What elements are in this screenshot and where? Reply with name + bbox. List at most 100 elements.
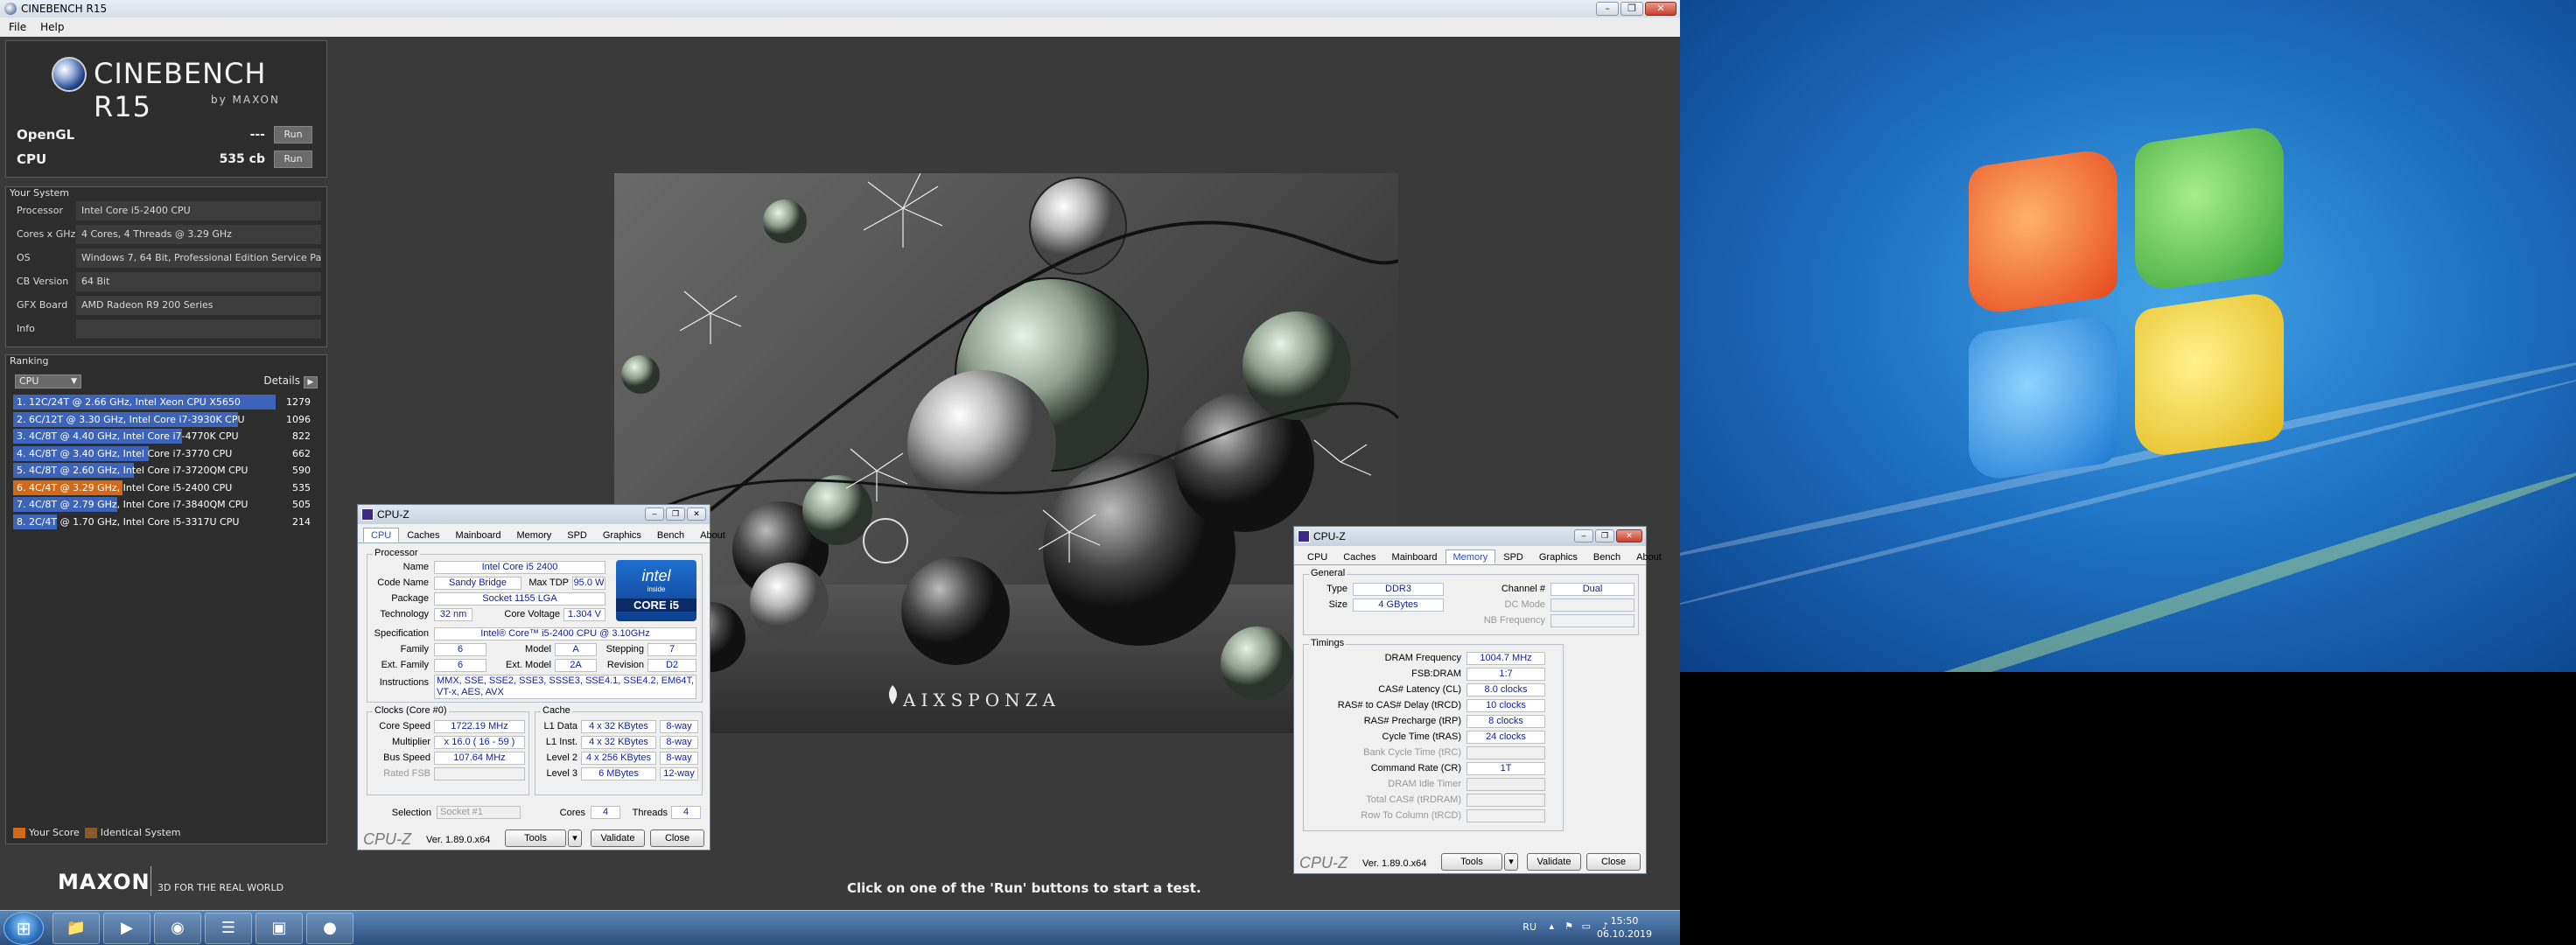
ranking-legend: Your Score Identical System [13, 827, 181, 838]
ranking-item[interactable]: 7. 4C/8T @ 2.79 GHz, Intel Core i7-3840Q… [13, 496, 319, 514]
ranking-item[interactable]: 6. 4C/4T @ 3.29 GHz, Intel Core i5-2400 … [13, 480, 319, 497]
system-label: Cores x GHz [17, 228, 76, 240]
minimize-button[interactable]: – [1574, 529, 1593, 542]
timing-label: Total CAS# (tRDRAM) [1366, 794, 1461, 805]
maximize-button[interactable]: ❐ [1620, 2, 1643, 16]
close-button[interactable]: Close [650, 830, 704, 847]
system-row-os: OS Windows 7, 64 Bit, Professional Editi… [11, 248, 321, 270]
ranking-item-score: 590 [292, 465, 311, 476]
field-label: Code Name [377, 578, 429, 588]
your-system-panel: Your System Processor Intel Core i5-2400… [5, 186, 327, 347]
menu-file[interactable]: File [9, 18, 26, 37]
timings-group: Timings DRAM Frequency 1004.7 MHz FSB:DRAM… [1303, 638, 1564, 831]
ranking-item[interactable]: 5. 4C/8T @ 2.60 GHz, Intel Core i7-3720Q… [13, 462, 319, 480]
package-value: Socket 1155 LGA [434, 592, 606, 606]
system-value: Windows 7, 64 Bit, Professional Edition … [76, 248, 321, 268]
channel-value: Dual [1550, 583, 1634, 596]
ranking-item-score: 214 [292, 515, 311, 528]
tab-mainboard[interactable]: Mainboard [448, 528, 509, 542]
cinebench-logo-sphere [52, 57, 87, 92]
ranking-type-dropdown[interactable]: CPU ▼ [15, 374, 81, 388]
notes-taskbar-icon[interactable]: ☰ [205, 913, 252, 944]
tab-cpu[interactable]: CPU [363, 528, 400, 542]
tab-caches[interactable]: Caches [1335, 550, 1383, 564]
tab-spd[interactable]: SPD [1495, 550, 1531, 564]
explorer-taskbar-icon[interactable]: 📁 [52, 913, 100, 944]
field-label: Ext. Family [381, 660, 429, 670]
tab-cpu[interactable]: CPU [1299, 550, 1335, 564]
tools-button[interactable]: Tools [1441, 853, 1502, 871]
socket-select[interactable]: Socket #1 [437, 806, 521, 819]
tab-memory[interactable]: Memory [509, 528, 560, 542]
ranking-item[interactable]: 1. 12C/24T @ 2.66 GHz, Intel Xeon CPU X5… [13, 394, 319, 411]
minimize-button[interactable]: – [1596, 2, 1619, 16]
cpuz-cpu-titlebar[interactable]: CPU-Z – ❐ ✕ [358, 505, 710, 524]
cpuz-memory-titlebar[interactable]: CPU-Z – ❐ ✕ [1294, 527, 1646, 546]
media-player-taskbar-icon[interactable]: ▶ [103, 913, 150, 944]
your-system-title: Your System [10, 187, 69, 199]
taskbar-clock[interactable]: 15:50 06.10.2019 [1597, 914, 1652, 941]
validate-button[interactable]: Validate [591, 830, 645, 847]
validate-button[interactable]: Validate [1527, 853, 1581, 871]
tab-mainboard[interactable]: Mainboard [1384, 550, 1446, 564]
tray-expand-icon[interactable]: ▴ [1549, 920, 1554, 932]
close-button[interactable]: ✕ [1616, 529, 1642, 542]
timing-label: Row To Column (tRCD) [1361, 810, 1461, 821]
tab-graphics[interactable]: Graphics [595, 528, 649, 542]
window-titlebar[interactable]: CINEBENCH R15 – ❐ ✕ [0, 0, 1680, 18]
cinebench-logo: CINEBENCH R15 by MAXON [52, 52, 297, 123]
ranking-item[interactable]: 3. 4C/8T @ 4.40 GHz, Intel Core i7-4770K… [13, 428, 319, 445]
cinebench-taskbar-icon[interactable]: ● [306, 913, 354, 944]
ranking-item[interactable]: 4. 4C/8T @ 3.40 GHz, Intel Core i7-3770 … [13, 445, 319, 463]
ranking-item[interactable]: 2. 6C/12T @ 3.30 GHz, Intel Core i7-3930… [13, 411, 319, 429]
network-tray-icon[interactable]: ▭ [1582, 920, 1591, 932]
memory-size-value: 4 GBytes [1353, 598, 1444, 612]
timing-label: Command Rate (CR) [1370, 763, 1461, 774]
system-row-cores: Cores x GHz 4 Cores, 4 Threads @ 3.29 GH… [11, 225, 321, 246]
field-label: Level 2 [546, 752, 578, 763]
menu-help[interactable]: Help [40, 18, 64, 37]
cpuz-taskbar-icon[interactable]: ▣ [256, 913, 303, 944]
tab-about[interactable]: About [1628, 550, 1670, 564]
chevron-down-icon: ▼ [71, 377, 77, 386]
ranking-item-score: 662 [292, 447, 311, 459]
tab-memory[interactable]: Memory [1445, 550, 1496, 564]
timing-value: 10 clocks [1466, 699, 1545, 712]
close-button[interactable]: Close [1586, 853, 1641, 871]
restore-button[interactable]: ❐ [1595, 529, 1614, 542]
minimize-button[interactable]: – [645, 508, 664, 521]
system-value: 4 Cores, 4 Threads @ 3.29 GHz [76, 225, 321, 244]
tools-dropdown-icon[interactable]: ▾ [568, 830, 582, 847]
close-button[interactable]: ✕ [1645, 2, 1676, 16]
field-label: Name [402, 562, 429, 572]
field-label: Core Speed [379, 721, 430, 732]
threads-value: 4 [671, 806, 701, 819]
restore-button[interactable]: ❐ [666, 508, 685, 521]
ranking-item[interactable]: 8. 2C/4T @ 1.70 GHz, Intel Core i5-3317U… [13, 514, 319, 531]
clock-date: 06.10.2019 [1597, 928, 1652, 940]
opengl-run-button[interactable]: Run [274, 126, 312, 144]
tools-button[interactable]: Tools [505, 830, 566, 847]
tab-spd[interactable]: SPD [559, 528, 595, 542]
your-score-swatch [13, 828, 25, 838]
ranking-item-label: 2. 6C/12T @ 3.30 GHz, Intel Core i7-3930… [17, 413, 245, 425]
details-button[interactable]: Details ▶ [263, 374, 318, 388]
start-button[interactable]: ⊞ [4, 912, 44, 945]
close-button[interactable]: ✕ [687, 508, 706, 521]
tools-dropdown-icon[interactable]: ▾ [1504, 853, 1518, 871]
cpu-run-button[interactable]: Run [274, 150, 312, 168]
tab-caches[interactable]: Caches [399, 528, 447, 542]
timing-label: Bank Cycle Time (tRC) [1363, 747, 1461, 758]
tab-bench[interactable]: Bench [649, 528, 692, 542]
info-field[interactable] [76, 319, 321, 339]
tab-graphics[interactable]: Graphics [1531, 550, 1586, 564]
tab-about[interactable]: About [692, 528, 733, 542]
chrome-taskbar-icon[interactable]: ◉ [154, 913, 201, 944]
render-viewport: AIXSPONZA [614, 173, 1398, 733]
ranking-type-value: CPU [19, 375, 39, 387]
flag-tray-icon[interactable]: ⚑ [1564, 920, 1573, 932]
tab-bench[interactable]: Bench [1586, 550, 1628, 564]
field-label: Stepping [606, 644, 644, 654]
language-indicator[interactable]: RU [1522, 921, 1536, 933]
multiplier-value: x 16.0 ( 16 - 59 ) [434, 736, 525, 749]
